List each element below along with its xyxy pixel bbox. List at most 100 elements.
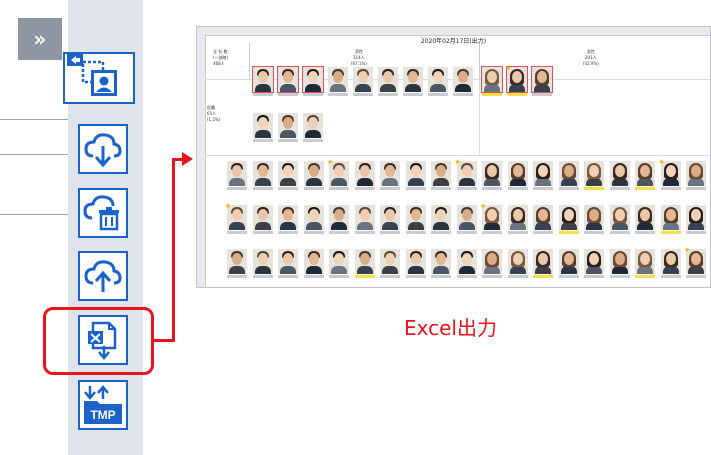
double-chevron-right-icon: » xyxy=(33,27,47,51)
person-photo xyxy=(533,249,553,278)
person-photo xyxy=(660,205,681,234)
header-female-label: 女性 xyxy=(587,49,595,54)
person-photo xyxy=(609,205,630,234)
person-photo xyxy=(353,67,373,96)
person-photo xyxy=(227,161,247,190)
person-photo xyxy=(303,249,324,278)
person-photo xyxy=(329,205,349,234)
person-photo: ★ xyxy=(225,202,247,234)
person-photo xyxy=(278,161,298,190)
cloud-upload-tool[interactable] xyxy=(78,251,128,301)
person-photo xyxy=(635,161,655,190)
person-photo: ★ xyxy=(327,158,349,190)
person-photo xyxy=(558,161,579,190)
header-total-note: (一部略) xyxy=(213,55,229,60)
person-photo xyxy=(303,113,323,142)
star-icon: ★ xyxy=(658,158,665,166)
person-photo xyxy=(328,67,348,96)
person-photo xyxy=(558,249,579,278)
person-photo xyxy=(584,161,604,190)
person-photo xyxy=(533,205,553,234)
excel-output-caption: Excel出力 xyxy=(404,316,497,340)
tmp-label: TMP xyxy=(90,408,115,422)
person-photo xyxy=(252,161,273,190)
person-photo xyxy=(278,249,298,278)
header-total-label: 全 社 数 xyxy=(213,49,228,54)
row-count: 65人 xyxy=(207,111,217,116)
person-photo xyxy=(507,161,528,190)
person-photo xyxy=(533,161,553,190)
star-icon: ★ xyxy=(454,158,461,166)
person-photo xyxy=(431,161,451,190)
person-photo xyxy=(302,66,324,96)
column-header-bar xyxy=(197,27,710,36)
person-photo xyxy=(531,66,553,96)
person-photo xyxy=(431,249,451,278)
divider xyxy=(0,214,68,215)
person-photo xyxy=(403,67,423,96)
person-photo xyxy=(584,205,604,234)
person-photo xyxy=(329,249,349,278)
person-photo xyxy=(482,249,502,278)
person-photo xyxy=(609,249,630,278)
person-photo: ★ xyxy=(684,246,706,278)
header-total: 全 社 数 (一部略) 468人 xyxy=(205,43,250,79)
cloud-download-icon xyxy=(84,133,122,168)
person-photo xyxy=(584,249,604,278)
person-photo xyxy=(278,113,298,142)
person-photo xyxy=(354,249,375,278)
person-photo xyxy=(456,249,477,278)
person-photo xyxy=(303,205,324,234)
expand-sidebar-button[interactable]: » xyxy=(18,18,62,60)
person-photo xyxy=(635,205,655,234)
person-photo xyxy=(405,161,426,190)
star-icon: ★ xyxy=(684,246,691,254)
star-icon: ★ xyxy=(480,202,487,210)
person-photo xyxy=(481,66,503,96)
star-icon: ★ xyxy=(327,158,334,166)
person-photo xyxy=(380,249,400,278)
tmp-transfer-tool[interactable]: TMP xyxy=(78,380,128,430)
cloud-upload-icon xyxy=(84,260,122,292)
person-photo xyxy=(405,205,426,234)
grid-line xyxy=(205,155,710,156)
person-photo xyxy=(378,67,398,96)
photo-select-icon xyxy=(67,54,117,96)
person-photo xyxy=(686,161,706,190)
header-total-count: 468人 xyxy=(213,61,225,66)
header-male-count: 314人 xyxy=(353,55,365,60)
person-photo xyxy=(660,249,681,278)
person-photo: ★ xyxy=(480,202,502,234)
person-photo xyxy=(482,161,502,190)
tmp-transfer-icon: TMP xyxy=(84,385,122,424)
divider xyxy=(0,119,68,120)
cloud-delete-tool[interactable] xyxy=(78,188,128,238)
person-photo xyxy=(456,205,477,234)
person-photo xyxy=(354,161,375,190)
header-male-ratio: (67.1%) xyxy=(351,61,367,66)
person-photo: ★ xyxy=(658,158,681,190)
person-photo: ★ xyxy=(454,158,477,190)
header-male-label: 男性 xyxy=(355,49,363,54)
person-photo xyxy=(380,161,400,190)
cloud-download-tool[interactable] xyxy=(78,124,128,174)
star-icon: ★ xyxy=(505,64,512,72)
excel-preview: 2020年02月17日(出力) 全 社 数 (一部略) 468人 男性 314人… xyxy=(196,26,711,288)
person-photo xyxy=(227,249,247,278)
grid-line xyxy=(479,79,480,155)
person-photo xyxy=(635,249,655,278)
person-photo xyxy=(380,205,400,234)
person-photo xyxy=(354,205,375,234)
person-photo xyxy=(252,249,273,278)
select-photo-tool[interactable] xyxy=(63,52,135,104)
person-photo xyxy=(253,113,273,142)
person-photo: ★ xyxy=(505,64,528,96)
person-photo xyxy=(405,249,426,278)
row-ratio: (1.2%) xyxy=(207,117,221,122)
header-female-ratio: (42.9%) xyxy=(583,61,599,66)
excel-export-highlight xyxy=(43,307,154,375)
person-photo xyxy=(303,161,324,190)
person-photo xyxy=(507,205,528,234)
tool-sidebar: » TMP xyxy=(0,0,154,455)
row-label: 役職 xyxy=(207,105,215,110)
